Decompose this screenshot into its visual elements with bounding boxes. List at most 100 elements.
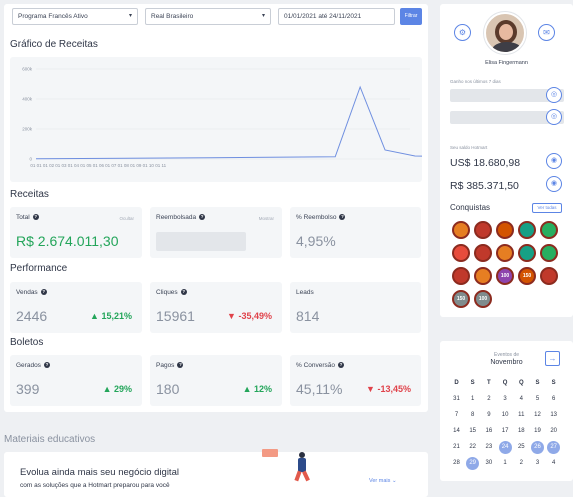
ganho-label: Ganho nos últimos 7 dias — [450, 79, 501, 84]
revenue-series-line — [35, 85, 573, 160]
calendar-day[interactable]: 5 — [531, 393, 544, 406]
calendar-day[interactable]: 15 — [466, 425, 479, 438]
calendar-day[interactable]: 4 — [547, 457, 560, 470]
gerados-trend: ▲ 29% — [102, 384, 132, 394]
calendar-day[interactable]: 1 — [499, 457, 512, 470]
achievement-badge-icon[interactable]: 150 — [452, 290, 470, 308]
calendar-weekday: T — [487, 380, 491, 386]
achievement-badge-icon[interactable] — [496, 244, 514, 262]
calendar-day[interactable]: 24 — [498, 441, 512, 454]
show-ganho-button-2[interactable]: ◎ — [546, 109, 562, 125]
receitas-title: Receitas — [10, 189, 49, 200]
calendar-day[interactable]: 31 — [450, 393, 463, 406]
avatar[interactable] — [484, 12, 526, 54]
calendar-day[interactable]: 22 — [466, 441, 479, 454]
cliques-trend: ▼ -35,49% — [227, 311, 272, 321]
calendar-day[interactable]: 10 — [499, 409, 512, 422]
achievement-badge-icon[interactable] — [474, 267, 492, 285]
eye-off-icon: ◎ — [550, 91, 558, 98]
calendar-day[interactable]: 3 — [499, 393, 512, 406]
achievement-badge-icon[interactable]: 100 — [474, 290, 492, 308]
y-tick-label: 0 — [29, 157, 32, 162]
calendar-day[interactable]: 23 — [482, 441, 495, 454]
calendar-day[interactable]: 4 — [515, 393, 528, 406]
hide-toggle[interactable]: Ocultar — [119, 216, 134, 221]
program-select[interactable]: Programa Francês Ativo ▾ — [12, 8, 138, 25]
calendar-day[interactable]: 17 — [499, 425, 512, 438]
calendar-day[interactable]: 1 — [466, 393, 479, 406]
achievement-badge-icon[interactable] — [452, 244, 470, 262]
gerados-value: 399 — [16, 381, 40, 397]
ver-todas-button[interactable]: Ver todas — [532, 203, 562, 213]
calendar-day[interactable]: 3 — [531, 457, 544, 470]
ver-mais-link[interactable]: Ver mais ⌄ — [369, 478, 397, 484]
achievement-badge-icon[interactable] — [474, 244, 492, 262]
help-icon[interactable]: ? — [339, 214, 346, 221]
achievement-badge-icon[interactable] — [496, 221, 514, 239]
calendar-day[interactable]: 13 — [547, 409, 560, 422]
currency-select-value: Real Brasileiro — [151, 13, 194, 20]
illustration-box — [262, 449, 278, 457]
education-subline: com as soluções que a Hotmart preparou p… — [20, 482, 170, 489]
messages-button[interactable]: ✉ — [538, 24, 555, 41]
calendar-day[interactable]: 26 — [531, 441, 544, 454]
calendar-day[interactable]: 6 — [547, 393, 560, 406]
currency-select[interactable]: Real Brasileiro ▾ — [145, 8, 271, 25]
calendar-day[interactable]: 9 — [482, 409, 495, 422]
achievement-badge-icon[interactable] — [540, 267, 558, 285]
calendar-day[interactable]: 2 — [482, 393, 495, 406]
leads-value: 814 — [296, 308, 320, 324]
achievement-badge-icon[interactable]: 100 — [496, 267, 514, 285]
calendar-day[interactable]: 14 — [450, 425, 463, 438]
achievement-badge-icon[interactable] — [452, 221, 470, 239]
achievement-badge-icon[interactable] — [540, 221, 558, 239]
calendar-day[interactable]: 25 — [515, 441, 528, 454]
user-settings-button[interactable]: ⚙ — [454, 24, 471, 41]
y-tick-label: 400k — [22, 97, 33, 102]
balance-usd: US$ 18.680,98 — [450, 157, 521, 169]
illustration-figure — [294, 452, 310, 482]
pct-reembolso-value: 4,95% — [296, 233, 336, 249]
help-icon[interactable]: ? — [32, 214, 39, 221]
achievement-badge-icon[interactable] — [518, 244, 536, 262]
help-icon[interactable]: ? — [43, 362, 50, 369]
help-icon[interactable]: ? — [338, 362, 345, 369]
profile-name: Elisa Fingermann — [485, 60, 528, 66]
calendar-day[interactable]: 28 — [450, 457, 463, 470]
calendar-day[interactable]: 16 — [482, 425, 495, 438]
calendar-day[interactable]: 2 — [515, 457, 528, 470]
calendar-weekday: S — [535, 380, 540, 386]
toggle-usd-button[interactable]: ◉ — [546, 153, 562, 169]
chevron-down-icon: ▾ — [128, 13, 132, 19]
leads-label: Leads — [296, 289, 314, 296]
calendar-day[interactable]: 11 — [515, 409, 528, 422]
help-icon[interactable]: ? — [177, 362, 184, 369]
calendar-day[interactable]: 12 — [531, 409, 544, 422]
filter-button[interactable]: Filtrar — [400, 8, 422, 25]
date-range-value: 01/01/2021 até 24/11/2021 — [284, 13, 362, 20]
achievement-badge-icon[interactable] — [540, 244, 558, 262]
date-range-input[interactable]: 01/01/2021 até 24/11/2021 — [278, 8, 395, 25]
help-icon[interactable]: ? — [199, 214, 206, 221]
achievement-badge-icon[interactable] — [518, 221, 536, 239]
next-month-button[interactable]: → — [545, 351, 560, 366]
x-tick-label: 01 06 — [93, 163, 105, 168]
help-icon[interactable]: ? — [40, 289, 47, 296]
calendar-day[interactable]: 7 — [450, 409, 463, 422]
help-icon[interactable]: ? — [180, 289, 187, 296]
calendar-day[interactable]: 30 — [482, 457, 495, 470]
calendar-weekday: Q — [502, 380, 508, 386]
toggle-brl-button[interactable]: ◉ — [546, 176, 562, 192]
achievement-badge-icon[interactable] — [474, 221, 492, 239]
achievement-badge-icon[interactable]: 150 — [518, 267, 536, 285]
calendar-day[interactable]: 21 — [450, 441, 463, 454]
calendar-day[interactable]: 8 — [466, 409, 479, 422]
calendar-day[interactable]: 18 — [515, 425, 528, 438]
show-toggle[interactable]: Mostrar — [259, 216, 274, 221]
calendar-day[interactable]: 19 — [531, 425, 544, 438]
calendar-day[interactable]: 20 — [547, 425, 560, 438]
achievement-badge-icon[interactable] — [452, 267, 470, 285]
y-tick-label: 600k — [22, 67, 33, 72]
show-ganho-button[interactable]: ◎ — [546, 87, 562, 103]
vendas-card: Vendas? 2446 ▲ 15,21% — [10, 282, 142, 333]
